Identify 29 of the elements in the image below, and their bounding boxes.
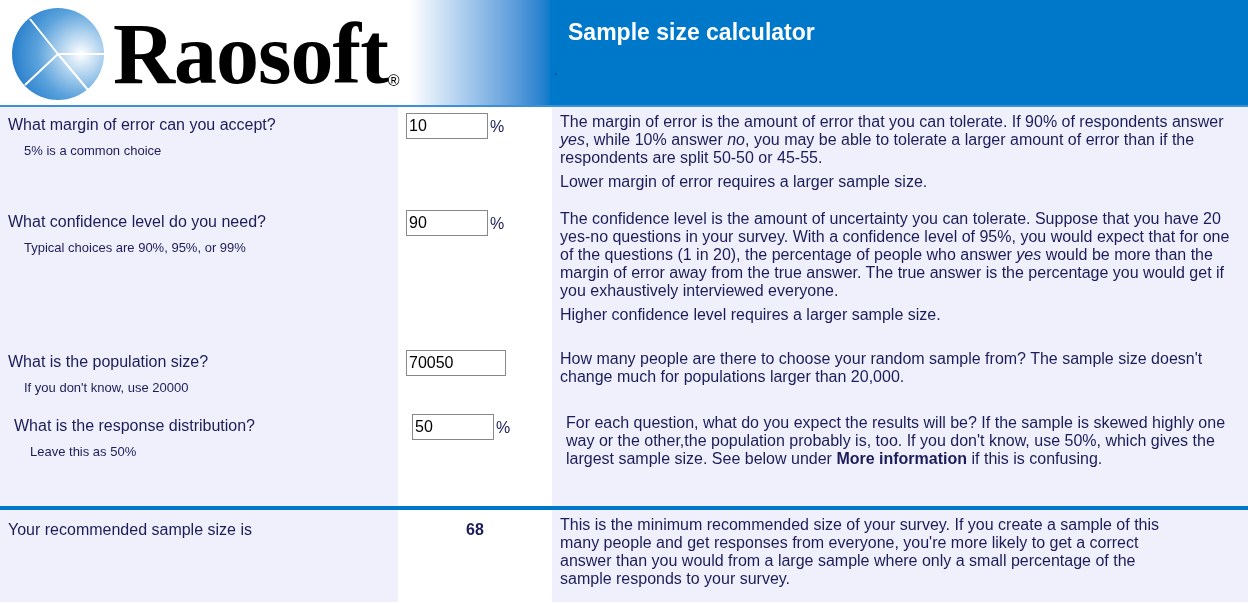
question-label: What confidence level do you need? bbox=[8, 212, 267, 232]
question-label: What is the response distribution? bbox=[14, 416, 256, 436]
percent-unit: % bbox=[490, 117, 505, 137]
hint-text: Leave this as 50% bbox=[29, 443, 138, 461]
result-label: Your recommended sample size is bbox=[8, 521, 252, 538]
description-text: The margin of error is the amount of error that you can tolerate. If 90% of respondents answer yes, while 10% answer no, you may be able to tolerate a larger amount of error than if the respondents are split 50-50 or 45-55. bbox=[560, 113, 1225, 167]
description-text: Higher confidence level requires a larger sample size. bbox=[560, 306, 942, 324]
percent-unit: % bbox=[490, 214, 505, 234]
question-label: What margin of error can you accept? bbox=[8, 115, 277, 135]
description-text: How many people are there to choose your random sample from? The sample size doesn't change much for populations larger than 20,000. bbox=[560, 350, 1204, 386]
result-value: 68 bbox=[466, 520, 484, 540]
registered-mark: ® bbox=[387, 71, 400, 91]
input-field[interactable]: 10 bbox=[406, 113, 488, 139]
input-field[interactable]: 70050 bbox=[406, 350, 506, 376]
logo-icon bbox=[11, 6, 105, 101]
logo-wordmark: Raosoft bbox=[113, 10, 388, 97]
question-label: What is the population size? bbox=[8, 352, 210, 372]
page-title: Sample size calculator bbox=[568, 18, 816, 47]
description-text: For each question, what do you expect the results will be? If the sample is skewed highly one way or the other,the population probably is, too. If you don't know, use 50%, which gives the largest sample size. See below under More information if this is confusing. bbox=[566, 414, 1227, 468]
description-text: Lower margin of error requires a larger sample size. bbox=[560, 173, 929, 191]
description-text: This is the minimum recommended size of your survey. If you create a sample of this many people and get responses from everyone, you're more likely to get a correct answer than you would from a large sample where only a small percentage of the sample responds to your survey. bbox=[560, 516, 1161, 588]
input-field[interactable]: 50 bbox=[412, 414, 494, 440]
hint-text: Typical choices are 90%, 95%, or 99% bbox=[23, 239, 247, 257]
input-field[interactable]: 90 bbox=[406, 210, 488, 236]
hint-text: 5% is a common choice bbox=[23, 142, 163, 160]
hint-text: If you don't know, use 20000 bbox=[23, 379, 190, 397]
percent-unit: % bbox=[496, 418, 511, 438]
description-text: The confidence level is the amount of uncertainty you can tolerate. Suppose that you have 20 yes-no questions in your survey. With a confidence level of 95%, you would expect that for one of the questions (1 in 20), the percentage of people who answer yes would be more than the margin of error away from the true answer. The true answer is the percentage you would get if you exhaustively interviewed everyone. bbox=[560, 210, 1231, 300]
header-mark: . bbox=[554, 64, 558, 77]
